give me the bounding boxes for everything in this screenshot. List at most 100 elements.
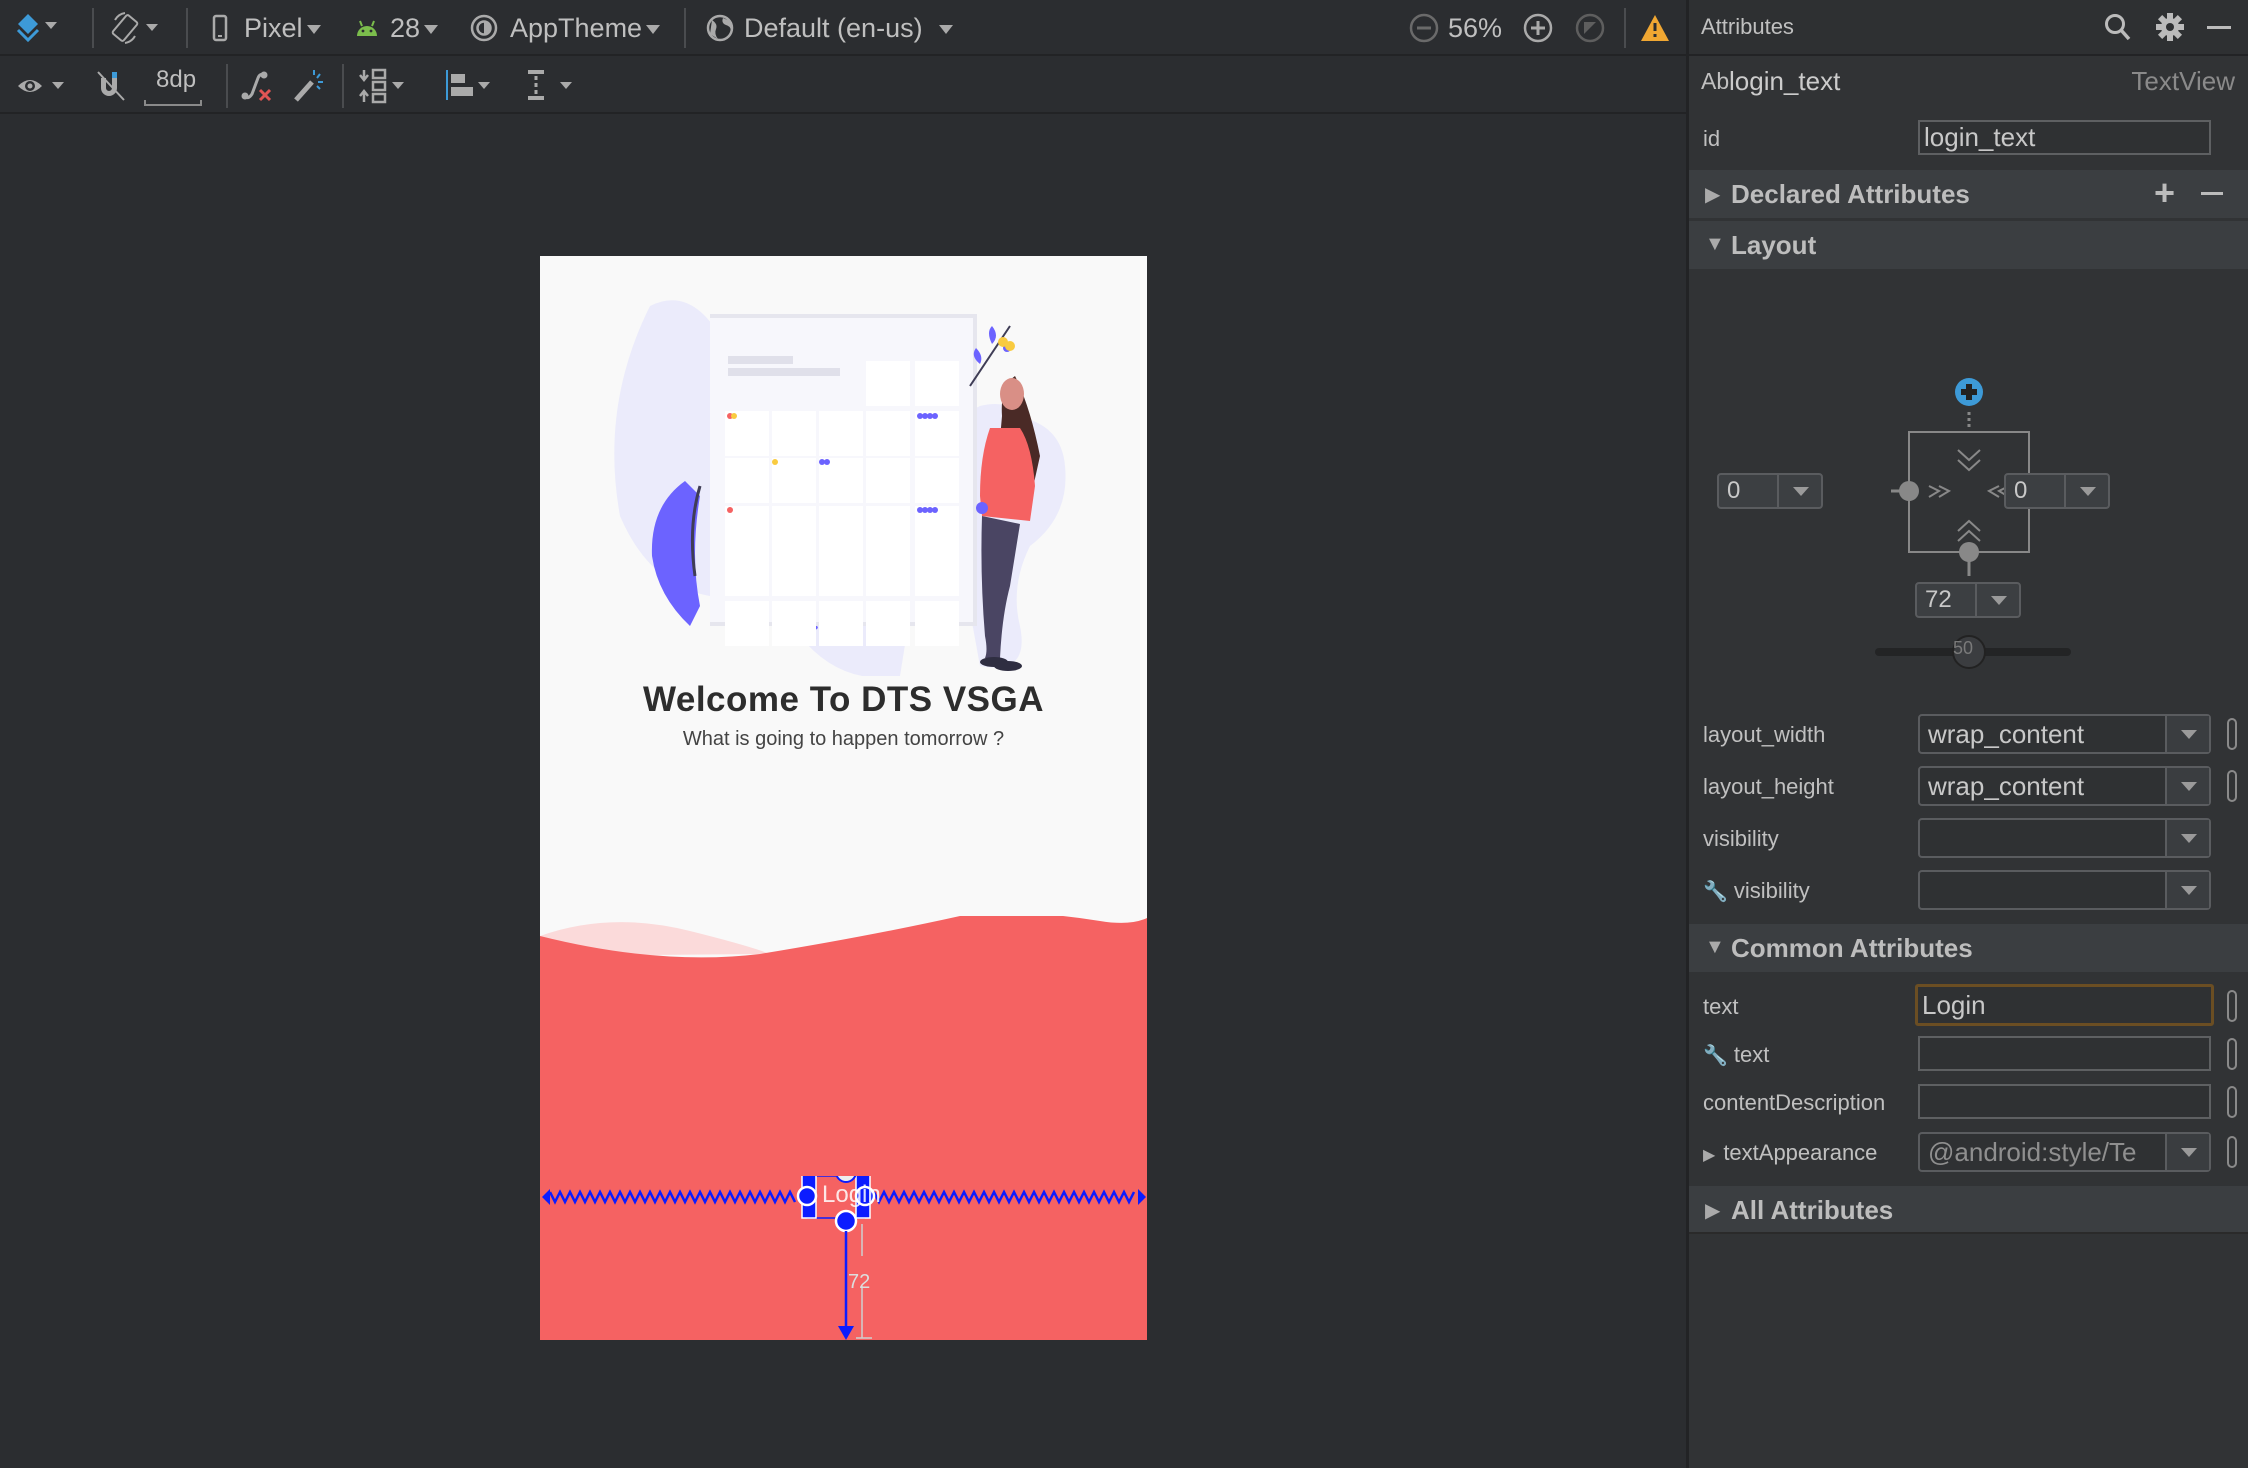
declared-attributes-section[interactable]: ▶ Declared Attributes + (1689, 170, 2248, 218)
theme-label[interactable]: AppTheme (510, 0, 661, 56)
resource-picker-button[interactable] (2227, 718, 2237, 750)
bottom-anchor[interactable] (834, 1209, 858, 1233)
minus-circle-icon (1409, 13, 1439, 43)
search-attributes-button[interactable] (2103, 12, 2133, 49)
calendar-cell (866, 411, 910, 456)
login-textview[interactable]: Login (822, 1181, 881, 1209)
settings-button[interactable] (2155, 12, 2185, 47)
text-label: text (1703, 994, 1739, 1019)
visibility-label: visibility (1703, 826, 1779, 851)
component-class: TextView (2131, 66, 2235, 96)
welcome-subtitle[interactable]: What is going to happen tomorrow ? (540, 728, 1147, 751)
dropdown-button[interactable] (2064, 475, 2108, 507)
dropdown-button[interactable] (2165, 872, 2209, 908)
zoom-out-button[interactable] (1408, 12, 1440, 49)
chevron-down-icon (2181, 834, 2197, 843)
minimize-panel-button[interactable] (2207, 26, 2231, 29)
device-name: Pixel (244, 13, 303, 43)
calendar-cell (725, 601, 769, 646)
locale-label[interactable]: Default (en-us) (744, 0, 953, 56)
align-button[interactable] (444, 68, 504, 109)
zoom-level: 56% (1448, 13, 1503, 43)
text-appearance-dropdown[interactable]: @android:style/Te (1918, 1132, 2211, 1172)
content-description-field[interactable] (1918, 1084, 2211, 1119)
dropdown-button[interactable] (2165, 1134, 2209, 1170)
warnings-button[interactable] (1640, 14, 1670, 47)
text-appearance-value: @android:style/Te (1928, 1137, 2137, 1167)
id-field[interactable]: login_text (1918, 120, 2211, 155)
dropdown-button[interactable] (1975, 584, 2019, 616)
layout-width-value: wrap_content (1928, 719, 2085, 749)
tools-text-field[interactable] (1918, 1036, 2211, 1071)
dropdown-button[interactable] (2165, 716, 2209, 752)
resource-picker-button[interactable] (2227, 770, 2237, 802)
device-selector-label[interactable]: Pixel (244, 0, 321, 56)
view-options-button[interactable] (16, 72, 72, 105)
chevron-down-icon (2181, 782, 2197, 791)
remove-attribute-button[interactable] (2201, 192, 2223, 195)
resource-picker-button[interactable] (2227, 1086, 2237, 1118)
separator (226, 64, 228, 108)
welcome-title[interactable]: Welcome To DTS VSGA (540, 680, 1147, 720)
layout-height-label: layout_height (1703, 774, 1834, 799)
device-preview[interactable]: Welcome To DTS VSGA What is going to hap… (540, 256, 1147, 1340)
orientation-button[interactable] (110, 10, 166, 51)
plus-circle-icon (1523, 13, 1553, 43)
clear-constraints-icon (241, 71, 272, 102)
text-field[interactable]: Login (1915, 984, 2214, 1026)
resource-picker-button[interactable] (2227, 990, 2237, 1022)
theme-selector[interactable] (470, 14, 498, 47)
left-margin-dropdown[interactable]: 0 (1717, 473, 1823, 509)
calendar-cell (725, 506, 769, 596)
wrench-icon: 🔧 (1703, 1045, 1728, 1067)
event-dot (932, 507, 938, 513)
zoom-to-fit-button[interactable] (1574, 12, 1606, 49)
dropdown-button[interactable] (2165, 820, 2209, 856)
dropdown-button[interactable] (2165, 768, 2209, 804)
common-attributes-label: Common Attributes (1731, 933, 1973, 963)
left-constraint-spring (548, 1189, 797, 1205)
tools-visibility-dropdown[interactable] (1918, 870, 2211, 910)
resource-picker-button[interactable] (2227, 1038, 2237, 1070)
wrap-content-vertical-icon[interactable] (1957, 449, 1981, 472)
layout-section[interactable]: ▼ Layout (1689, 221, 2248, 269)
common-attributes-section[interactable]: ▼ Common Attributes (1689, 924, 2248, 972)
all-attributes-section[interactable]: ▶ All Attributes (1689, 1186, 2248, 1234)
chevron-down-icon (1793, 487, 1809, 496)
event-dot (772, 459, 778, 465)
magic-wand-icon (294, 70, 323, 102)
bottom-margin-dropdown[interactable]: 72 (1915, 582, 2021, 618)
separator (92, 8, 94, 48)
all-attributes-label: All Attributes (1731, 1195, 1894, 1225)
add-attribute-button[interactable]: + (2154, 172, 2175, 214)
left-anchor[interactable] (796, 1185, 818, 1207)
design-surface-button[interactable] (16, 12, 60, 51)
autoconnect-toggle[interactable] (96, 70, 126, 107)
locale-selector[interactable] (706, 14, 734, 47)
infer-constraints-button[interactable] (292, 68, 326, 109)
tools-text-text: text (1733, 1042, 1770, 1067)
bottom-constraint-handle[interactable] (1959, 542, 1979, 562)
wrap-content-vertical-icon[interactable] (1957, 519, 1981, 542)
resource-picker-button[interactable] (2227, 1136, 2237, 1168)
layout-height-dropdown[interactable]: wrap_content (1918, 766, 2211, 806)
wrap-content-horizontal-icon[interactable] (1928, 485, 1952, 498)
attributes-panel: Attributes Ab login_text TextView id log… (1686, 0, 2248, 1468)
clear-constraints-button[interactable] (240, 68, 274, 109)
right-margin-dropdown[interactable]: 0 (2004, 473, 2110, 509)
pack-button[interactable] (358, 68, 418, 109)
layout-width-dropdown[interactable]: wrap_content (1918, 714, 2211, 754)
chevron-down-icon (2181, 1148, 2197, 1157)
zoom-in-button[interactable] (1522, 12, 1554, 49)
dropdown-button[interactable] (1777, 475, 1821, 507)
android-icon (357, 20, 377, 36)
device-selector[interactable] (210, 14, 230, 47)
guidelines-button[interactable] (526, 68, 586, 109)
api-level-label[interactable]: 28 (390, 0, 439, 56)
rotate-icon (111, 12, 158, 44)
api-level-selector[interactable] (354, 18, 380, 43)
left-constraint-handle[interactable] (1899, 481, 1919, 501)
text-appearance-label[interactable]: ▶ textAppearance (1703, 1140, 1877, 1166)
visibility-dropdown[interactable] (1918, 818, 2211, 858)
default-margins-button[interactable]: 8dp (142, 66, 202, 106)
